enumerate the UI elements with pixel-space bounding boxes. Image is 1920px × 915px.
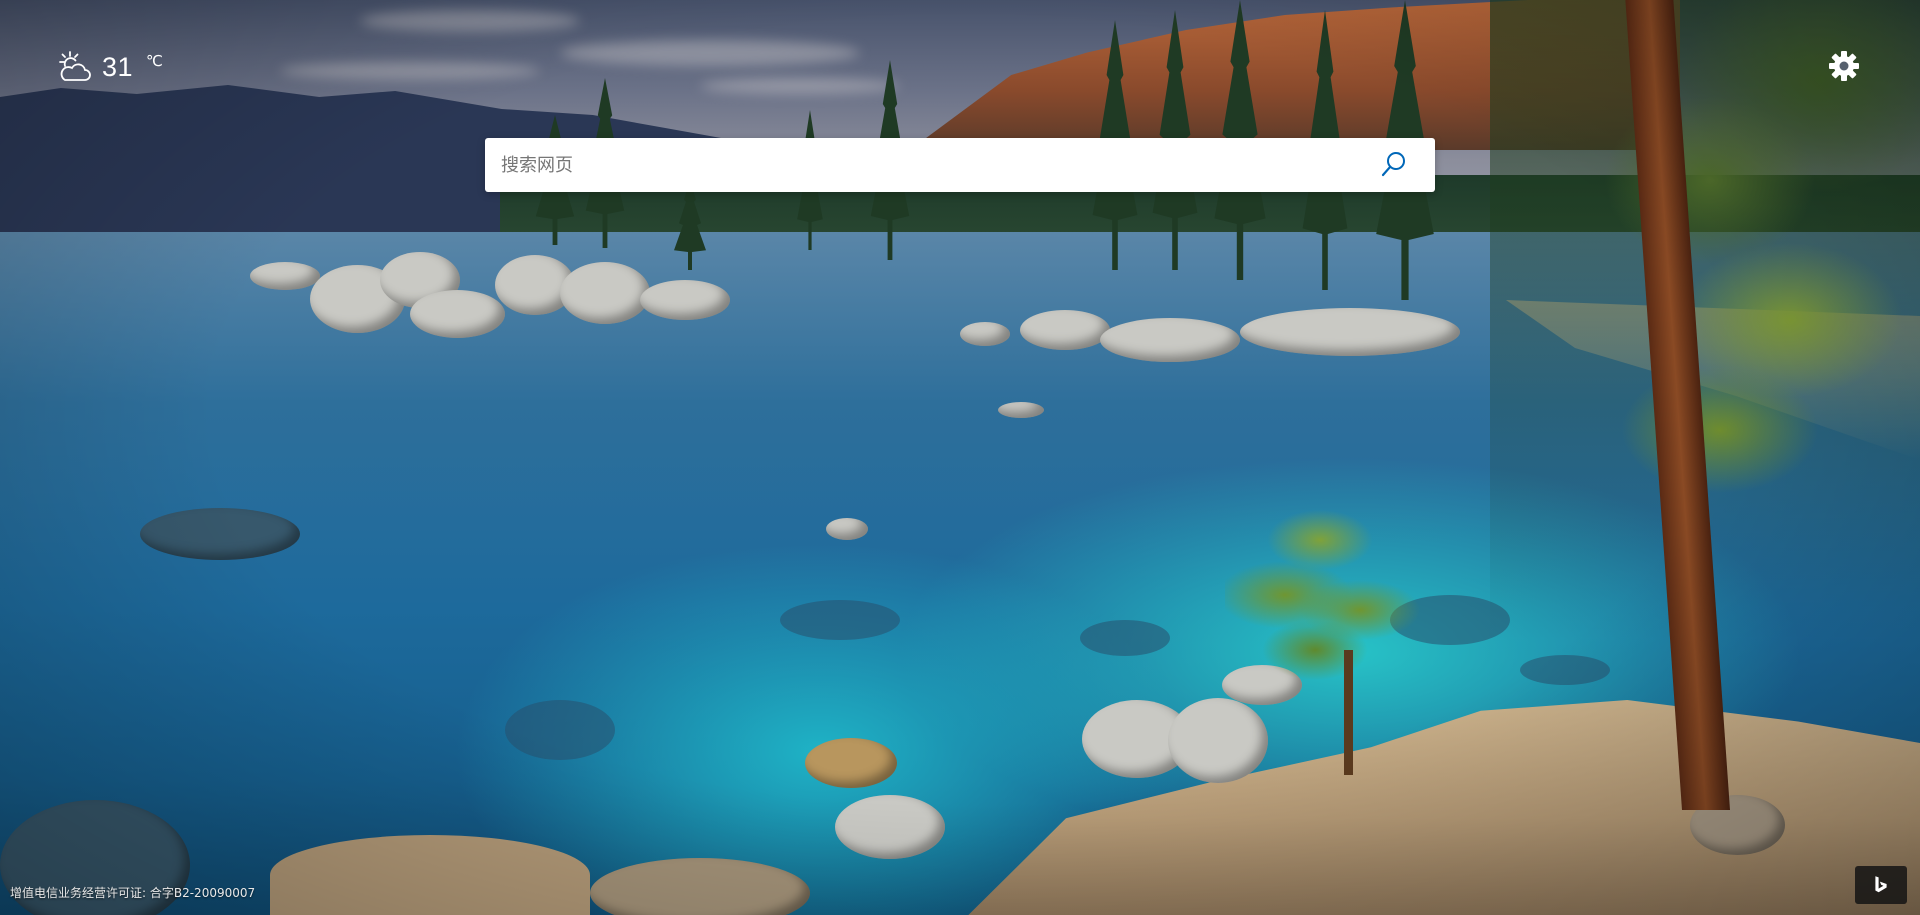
gear-icon [1829, 51, 1859, 81]
search-box [485, 138, 1435, 192]
bing-logo-icon [1875, 876, 1887, 893]
temperature-unit: ℃ [146, 52, 163, 70]
partly-cloudy-day-icon [59, 51, 91, 81]
settings-button[interactable] [1828, 50, 1860, 82]
search-input[interactable] [501, 138, 1361, 192]
bing-button[interactable] [1855, 866, 1907, 904]
search-button[interactable] [1375, 147, 1413, 183]
license-text: 增值电信业务经营许可证: 合字B2-20090007 [10, 886, 256, 900]
search-icon [1381, 152, 1405, 177]
temperature-value: 31 [102, 51, 134, 82]
weather-widget[interactable]: 31 ℃ [56, 50, 163, 84]
